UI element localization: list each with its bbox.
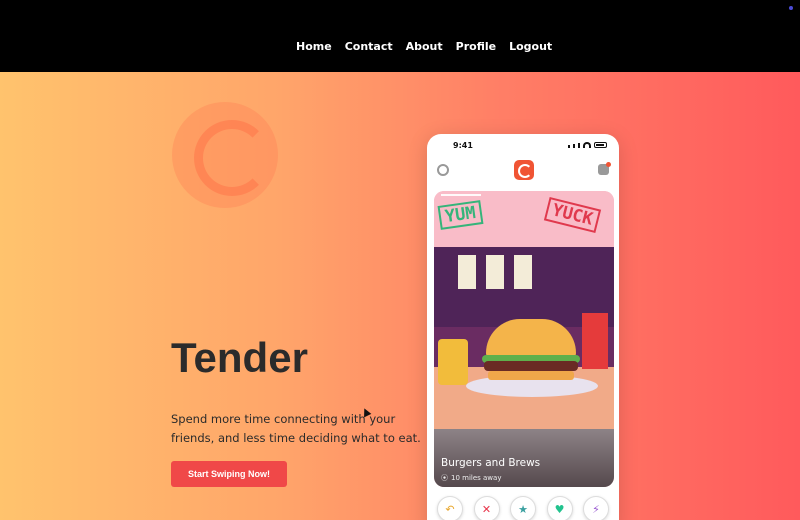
nav-contact-link[interactable]: Contact xyxy=(345,40,393,53)
card-top: YUM YUCK xyxy=(434,191,614,247)
rewind-icon[interactable]: ↶ xyxy=(437,496,463,520)
wifi-icon xyxy=(583,142,591,148)
top-nav-bar: Home Contact About Profile Logout xyxy=(0,0,800,72)
profile-icon[interactable] xyxy=(437,164,449,176)
app-logo-icon xyxy=(514,160,534,180)
status-icons xyxy=(568,142,607,148)
nav-profile-link[interactable]: Profile xyxy=(456,40,496,53)
messages-icon[interactable] xyxy=(598,162,611,175)
illustration-window xyxy=(458,255,476,289)
drink-illustration xyxy=(582,313,608,369)
nav-logout-link[interactable]: Logout xyxy=(509,40,552,53)
burger-bun-bottom xyxy=(488,371,574,380)
hero-title: Tender xyxy=(171,334,308,381)
location-pin-icon: ⦿ xyxy=(441,474,448,482)
signal-icon xyxy=(573,144,575,148)
card-info: Burgers and Brews ⦿ 10 miles away xyxy=(434,429,614,487)
nav-about-link[interactable]: About xyxy=(406,40,443,53)
battery-icon xyxy=(594,142,607,148)
status-time: 9:41 xyxy=(453,141,473,150)
main-nav: Home Contact About Profile Logout xyxy=(296,40,552,53)
burger-illustration xyxy=(434,247,614,429)
restaurant-name: Burgers and Brews xyxy=(441,457,541,469)
illustration-window xyxy=(514,255,532,289)
burger-patty xyxy=(484,361,578,371)
restaurant-distance: ⦿ 10 miles away xyxy=(441,473,501,483)
signal-icon xyxy=(578,143,580,148)
yuck-stamp: YUCK xyxy=(543,196,602,234)
distance-text: 10 miles away xyxy=(451,474,502,482)
phone-mockup: 9:41 YUM YUCK Burgers and Brews ⦿ 10 mil… xyxy=(427,134,619,520)
signal-icon xyxy=(568,145,570,148)
start-swiping-button[interactable]: Start Swiping Now! xyxy=(171,461,287,487)
card-progress-bar xyxy=(441,194,481,196)
status-dot xyxy=(789,6,793,10)
phone-status-bar: 9:41 xyxy=(427,134,619,158)
like-icon[interactable]: ♥ xyxy=(546,496,573,520)
burger-bun-top xyxy=(486,319,576,359)
hero-tagline: Spend more time connecting with your fri… xyxy=(171,412,421,445)
swipe-actions: ↶ ✕ ★ ♥ ⚡ xyxy=(427,496,619,520)
nav-home-link[interactable]: Home xyxy=(296,40,332,53)
yum-stamp: YUM xyxy=(437,200,484,230)
hero-section: Tender Spend more time connecting with y… xyxy=(0,72,800,520)
background-logo-icon xyxy=(172,102,278,208)
boost-icon[interactable]: ⚡ xyxy=(583,496,609,520)
fries-illustration xyxy=(438,339,468,385)
illustration-window xyxy=(486,255,504,289)
restaurant-card[interactable]: YUM YUCK Burgers and Brews ⦿ 10 miles aw… xyxy=(434,191,614,487)
app-header xyxy=(427,158,619,188)
nope-icon[interactable]: ✕ xyxy=(473,496,500,520)
star-icon[interactable]: ★ xyxy=(510,496,536,520)
